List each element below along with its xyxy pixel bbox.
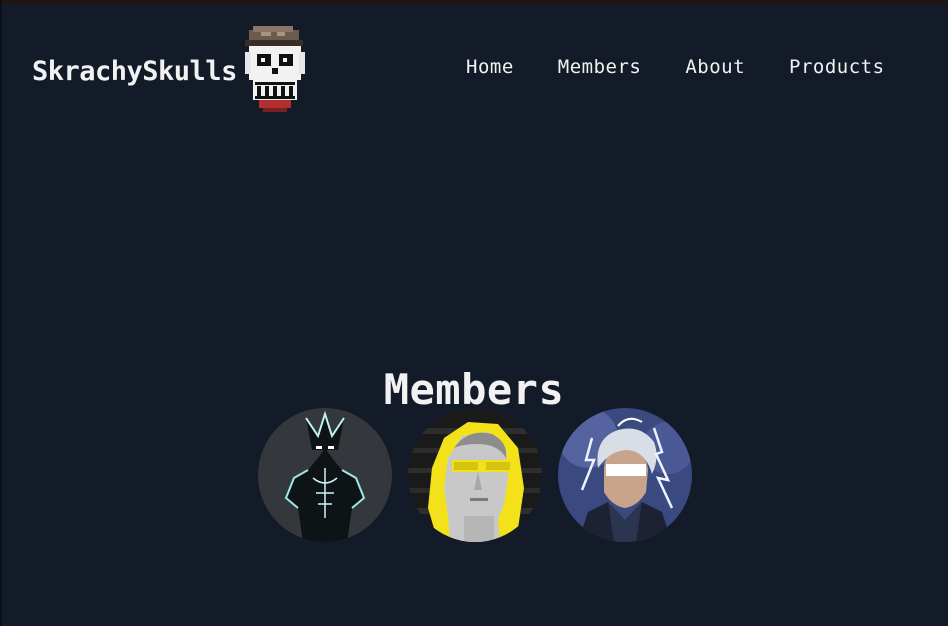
member-avatar-1[interactable]: [258, 408, 392, 542]
left-border: [0, 0, 2, 626]
brand-name: SkrachySkulls: [32, 55, 237, 87]
nav-members[interactable]: Members: [558, 56, 642, 78]
member-avatar-2[interactable]: [408, 408, 542, 542]
brand-link[interactable]: SkrachySkulls: [32, 24, 311, 120]
members-title: Members: [383, 364, 565, 414]
nav-products[interactable]: Products: [789, 56, 885, 78]
top-border: [0, 0, 948, 4]
david-statue-yellow-glasses-avatar-icon: [408, 408, 542, 542]
nav-about[interactable]: About: [685, 56, 745, 78]
silver-hair-lightning-avatar-icon: [558, 408, 692, 542]
member-avatar-3[interactable]: [558, 408, 692, 542]
members-list: [258, 408, 692, 542]
nav-home[interactable]: Home: [466, 56, 514, 78]
pixel-skull-icon: [241, 22, 311, 118]
glowing-demon-avatar-icon: [258, 408, 392, 542]
main-nav: Home Members About Products: [466, 56, 929, 78]
